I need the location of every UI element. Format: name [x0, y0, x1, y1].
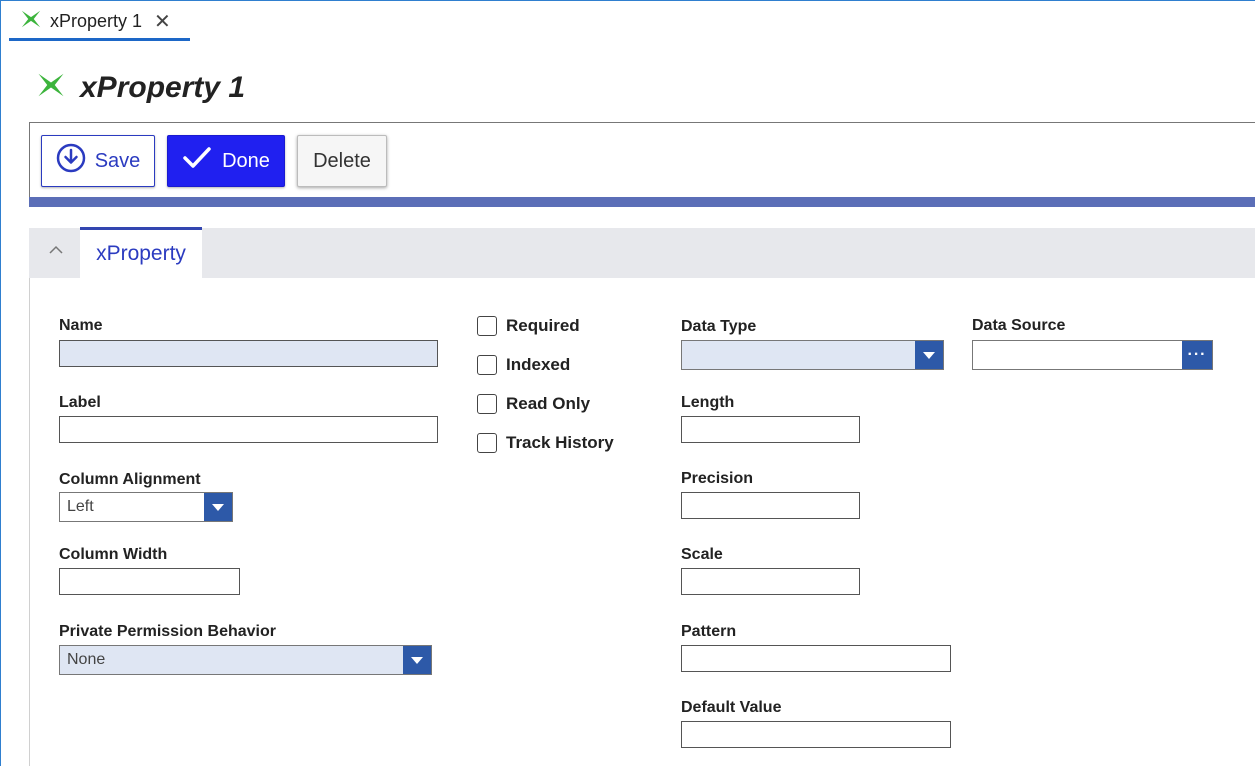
column-width-label: Column Width — [59, 546, 168, 563]
track-history-checkbox[interactable] — [477, 433, 497, 453]
page-header: xProperty 1 — [36, 70, 245, 105]
collapse-chevron-icon[interactable] — [46, 240, 68, 266]
name-label: Name — [59, 317, 103, 334]
default-value-label: Default Value — [681, 699, 782, 716]
pattern-label: Pattern — [681, 623, 737, 640]
column-alignment-select[interactable]: Left — [59, 492, 233, 522]
pattern-field[interactable] — [681, 645, 951, 672]
section-header — [29, 228, 1255, 278]
done-button-label: Done — [222, 149, 270, 172]
track-history-checkbox-row[interactable]: Track History — [477, 433, 614, 453]
chevron-down-icon[interactable] — [204, 493, 232, 521]
indexed-checkbox-row[interactable]: Indexed — [477, 355, 570, 375]
label-field[interactable] — [59, 416, 438, 443]
track-history-checkbox-label: Track History — [506, 433, 614, 452]
chevron-down-icon[interactable] — [403, 646, 431, 674]
save-button[interactable]: Save — [41, 135, 155, 187]
done-button[interactable]: Done — [167, 135, 285, 187]
data-type-label: Data Type — [681, 318, 757, 335]
column-alignment-label: Column Alignment — [59, 471, 201, 488]
read-only-checkbox[interactable] — [477, 394, 497, 414]
tab-strip: xProperty 1 ✕ — [1, 1, 1255, 42]
close-icon[interactable]: ✕ — [154, 12, 171, 32]
checkmark-icon — [182, 145, 212, 177]
column-alignment-value: Left — [67, 498, 94, 515]
length-label: Length — [681, 394, 735, 411]
save-icon — [56, 143, 86, 179]
private-permission-behavior-select[interactable]: None — [59, 645, 432, 675]
precision-label: Precision — [681, 470, 754, 487]
required-checkbox[interactable] — [477, 316, 497, 336]
required-checkbox-row[interactable]: Required — [477, 316, 580, 336]
precision-field[interactable] — [681, 492, 860, 519]
ellipsis-icon[interactable]: ··· — [1182, 341, 1212, 369]
save-button-label: Save — [94, 149, 141, 172]
name-field[interactable] — [59, 340, 438, 367]
data-source-field[interactable]: ··· — [972, 340, 1213, 370]
indexed-checkbox[interactable] — [477, 355, 497, 375]
document-tab-label: xProperty 1 — [50, 11, 143, 31]
column-width-field[interactable] — [59, 568, 240, 595]
content-border — [29, 278, 30, 766]
tab-xproperty-label: xProperty — [96, 242, 186, 265]
private-permission-behavior-value: None — [67, 651, 106, 668]
delete-button-label: Delete — [313, 149, 371, 172]
xproperty-icon — [20, 8, 42, 35]
chevron-down-icon[interactable] — [915, 341, 943, 369]
toolbar-accent-bar — [29, 197, 1255, 207]
data-source-label: Data Source — [972, 317, 1066, 334]
indexed-checkbox-label: Indexed — [506, 355, 571, 374]
window-frame-left — [0, 0, 1, 766]
default-value-field[interactable] — [681, 721, 951, 748]
read-only-checkbox-row[interactable]: Read Only — [477, 394, 590, 414]
tab-xproperty[interactable]: xProperty — [80, 227, 202, 278]
length-field[interactable] — [681, 416, 860, 443]
read-only-checkbox-label: Read Only — [506, 394, 591, 413]
scale-field[interactable] — [681, 568, 860, 595]
data-type-select[interactable] — [681, 340, 944, 370]
xproperty-icon — [36, 70, 66, 105]
page-title: xProperty 1 — [80, 70, 246, 104]
document-tab[interactable]: xProperty 1 ✕ — [9, 5, 190, 41]
delete-button[interactable]: Delete — [297, 135, 387, 187]
private-permission-behavior-label: Private Permission Behavior — [59, 623, 276, 640]
scale-label: Scale — [681, 546, 723, 563]
label-label: Label — [59, 394, 101, 411]
required-checkbox-label: Required — [506, 316, 580, 335]
